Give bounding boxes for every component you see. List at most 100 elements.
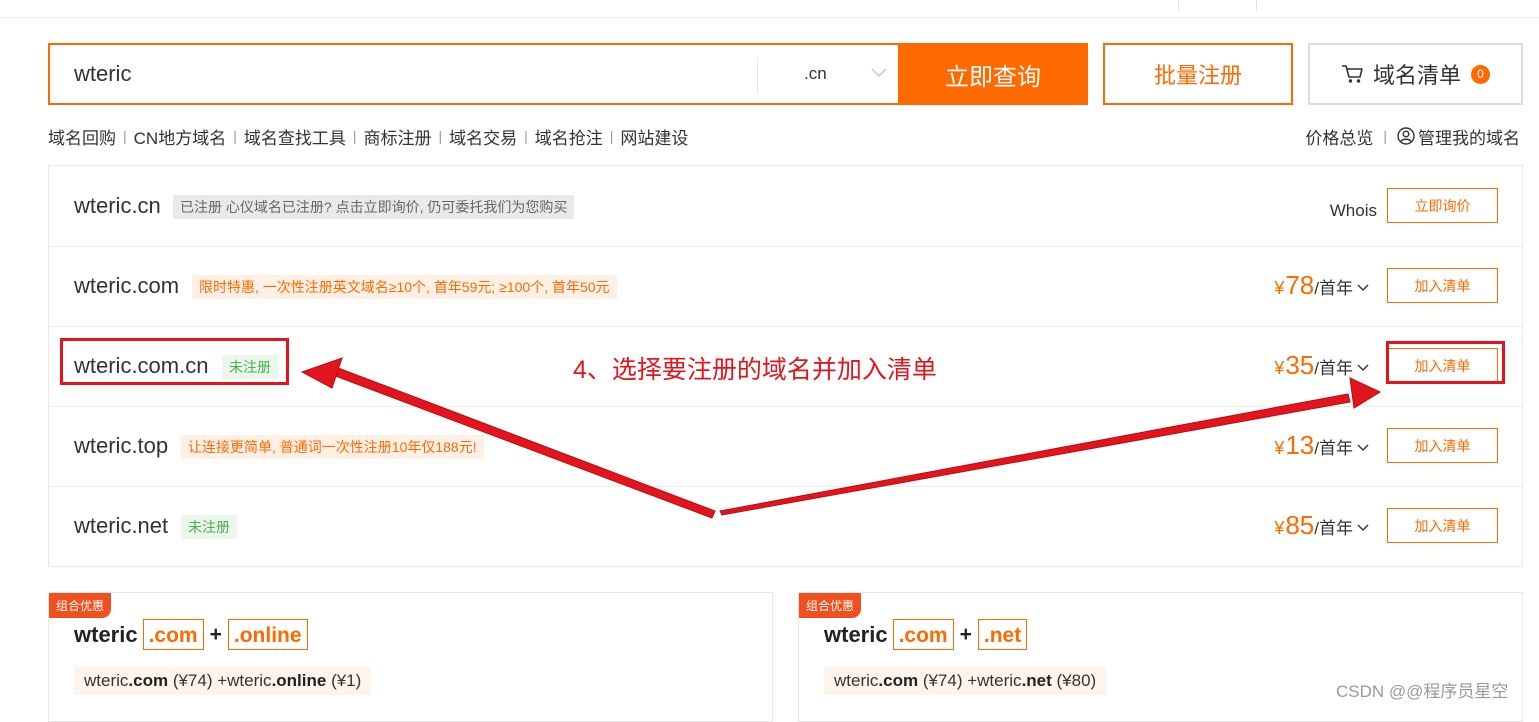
domain-row: wteric.net 未注册 ¥ 85 /首年 加入清单 bbox=[49, 486, 1522, 566]
nav-cn-local-domain[interactable]: CN地方域名 bbox=[134, 124, 227, 149]
price-value: 13 bbox=[1285, 430, 1315, 460]
currency: ¥ bbox=[1274, 438, 1285, 458]
combo-detail-name: wteric bbox=[227, 671, 272, 690]
nav-separator: | bbox=[123, 128, 127, 144]
price-overview-link[interactable]: 价格总览 bbox=[1305, 124, 1373, 149]
price[interactable]: ¥ 35 /首年 bbox=[1274, 350, 1370, 381]
search-input[interactable] bbox=[74, 59, 734, 89]
combo-tld: .com bbox=[892, 619, 954, 650]
cart-count-badge: 0 bbox=[1471, 64, 1490, 84]
sub-navigation-right: 价格总览 | 管理我的域名 bbox=[1305, 124, 1520, 148]
price-unit: /首年 bbox=[1314, 279, 1353, 298]
user-icon bbox=[1397, 127, 1415, 145]
manage-my-domains-link[interactable]: 管理我的域名 bbox=[1418, 124, 1520, 149]
combo-detail-price: (¥80) bbox=[1051, 671, 1097, 690]
combo-badge: 组合优惠 bbox=[799, 593, 862, 618]
nav-domain-snap[interactable]: 域名抢注 bbox=[535, 124, 603, 149]
add-to-cart-button[interactable]: 加入清单 bbox=[1387, 508, 1498, 543]
top-separator bbox=[1256, 0, 1257, 11]
nav-website-build[interactable]: 网站建设 bbox=[620, 124, 688, 149]
sub-navigation: 域名回购 | CN地方域名 | 域名查找工具 | 商标注册 | 域名交易 | 域… bbox=[48, 124, 688, 148]
price[interactable]: ¥ 13 /首年 bbox=[1274, 430, 1370, 461]
domain-name: wteric.net bbox=[74, 513, 169, 538]
price-unit: /首年 bbox=[1314, 359, 1353, 378]
chevron-down-icon bbox=[1357, 364, 1369, 371]
combo-plus: + bbox=[959, 622, 972, 646]
watermark: CSDN @@程序员星空 bbox=[1336, 682, 1509, 701]
combo-detail-price: (¥1) bbox=[326, 671, 362, 690]
status-tag: 未注册 bbox=[181, 515, 237, 539]
price-value: 78 bbox=[1285, 270, 1315, 300]
status-tag: 已注册 心仪域名已注册? 点击立即询价, 仍可委托我们为您购买 bbox=[173, 195, 575, 219]
annotation-highlight-domain bbox=[60, 338, 289, 385]
combo-tld: .com bbox=[142, 619, 204, 650]
currency: ¥ bbox=[1274, 358, 1285, 378]
combo-detail-name: wteric bbox=[84, 671, 129, 690]
nav-separator: | bbox=[609, 128, 614, 144]
nav-domain-trade[interactable]: 域名交易 bbox=[449, 124, 517, 149]
nav-domain-tools[interactable]: 域名查找工具 bbox=[244, 124, 346, 149]
domain-row: wteric.com 限时特惠, 一次性注册英文域名≥10个, 首年59元; ≥… bbox=[49, 246, 1522, 327]
chevron-down-icon bbox=[1357, 524, 1369, 531]
domain-row: wteric.top 让连接更简单, 普通词一次性注册10年仅188元! ¥ 1… bbox=[49, 406, 1522, 487]
nav-separator: | bbox=[524, 128, 528, 144]
price-value: 85 bbox=[1285, 510, 1315, 540]
combo-detail-price: (¥74) + bbox=[918, 671, 978, 690]
combo-offer-card[interactable]: 组合优惠 wteric .com + .net wteric.com (¥74)… bbox=[798, 592, 1523, 722]
combo-detail-tld: .com bbox=[878, 671, 919, 690]
nav-separator: | bbox=[233, 128, 237, 144]
search-box: .cn bbox=[48, 43, 898, 105]
nav-domain-buyback[interactable]: 域名回购 bbox=[48, 124, 116, 149]
tld-divider bbox=[757, 57, 758, 93]
top-separator bbox=[1178, 0, 1179, 11]
combo-detail-name: wteric bbox=[977, 671, 1022, 690]
annotation-text: 4、选择要注册的域名并加入清单 bbox=[573, 356, 937, 384]
tld-select[interactable]: .cn bbox=[760, 45, 898, 103]
domain-row: wteric.cn 已注册 心仪域名已注册? 点击立即询价, 仍可委托我们为您购… bbox=[49, 166, 1522, 247]
combo-name: wteric bbox=[74, 621, 138, 647]
combo-detail-name: wteric bbox=[834, 671, 879, 690]
combo-detail-tld: .online bbox=[271, 671, 327, 690]
price[interactable]: ¥ 85 /首年 bbox=[1274, 510, 1370, 541]
combo-offer-card[interactable]: 组合优惠 wteric .com + .online wteric.com (¥… bbox=[48, 592, 773, 722]
domain-cart-button[interactable]: 域名清单 0 bbox=[1308, 43, 1523, 105]
combo-detail: wteric.com (¥74) +wteric.online (¥1) bbox=[74, 667, 372, 695]
combo-detail-tld: .net bbox=[1021, 671, 1052, 690]
price-value: 35 bbox=[1285, 350, 1315, 380]
combo-detail-price: (¥74) + bbox=[168, 671, 228, 690]
nav-separator: | bbox=[1383, 128, 1387, 144]
whois-link[interactable]: Whois bbox=[1330, 201, 1377, 221]
combo-tld: .net bbox=[977, 619, 1028, 650]
cart-icon bbox=[1341, 65, 1363, 83]
search-button[interactable]: 立即查询 bbox=[898, 43, 1088, 105]
combo-heading: wteric .com + .online bbox=[74, 619, 308, 650]
bulk-register-button[interactable]: 批量注册 bbox=[1103, 43, 1293, 105]
top-divider bbox=[0, 17, 1539, 18]
domain-name: wteric.cn bbox=[74, 193, 161, 218]
add-to-cart-button[interactable]: 加入清单 bbox=[1387, 428, 1498, 463]
combo-heading: wteric .com + .net bbox=[824, 619, 1028, 650]
combo-name: wteric bbox=[824, 621, 888, 647]
chevron-down-icon bbox=[1357, 444, 1369, 451]
combo-badge: 组合优惠 bbox=[49, 593, 112, 618]
currency: ¥ bbox=[1274, 278, 1285, 298]
combo-detail: wteric.com (¥74) +wteric.net (¥80) bbox=[824, 667, 1107, 695]
chevron-down-icon bbox=[871, 68, 887, 78]
combo-plus: + bbox=[209, 622, 222, 646]
promo-tag: 让连接更简单, 普通词一次性注册10年仅188元! bbox=[181, 435, 484, 459]
combo-detail-tld: .com bbox=[128, 671, 169, 690]
inquire-button[interactable]: 立即询价 bbox=[1387, 188, 1498, 223]
price[interactable]: ¥ 78 /首年 bbox=[1274, 270, 1370, 301]
nav-trademark[interactable]: 商标注册 bbox=[363, 124, 431, 149]
combo-tld: .online bbox=[227, 619, 308, 650]
annotation-highlight-button bbox=[1386, 341, 1505, 384]
domain-name: wteric.com bbox=[74, 273, 180, 298]
promo-tag: 限时特惠, 一次性注册英文域名≥10个, 首年59元; ≥100个, 首年50元 bbox=[192, 275, 617, 299]
domain-name: wteric.top bbox=[74, 433, 169, 458]
cart-label: 域名清单 bbox=[1372, 63, 1461, 88]
tld-value: .cn bbox=[804, 64, 827, 83]
nav-separator: | bbox=[352, 128, 357, 144]
nav-separator: | bbox=[438, 128, 443, 144]
chevron-down-icon bbox=[1357, 284, 1369, 291]
add-to-cart-button[interactable]: 加入清单 bbox=[1387, 268, 1498, 303]
